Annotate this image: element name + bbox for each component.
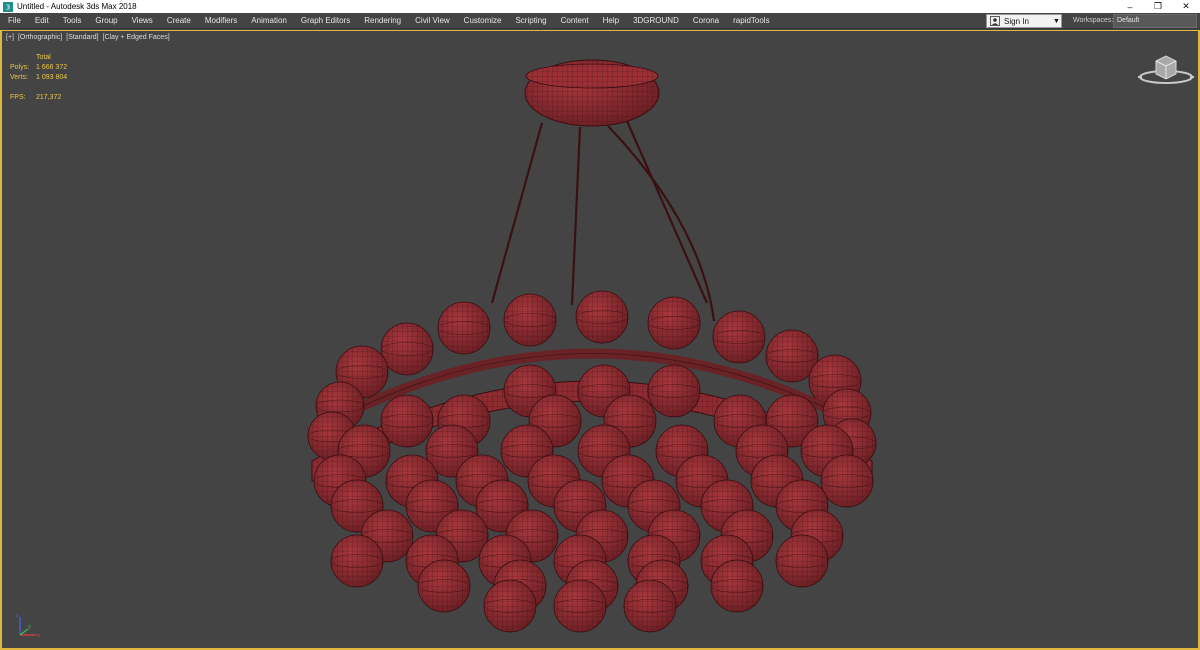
menu-tools[interactable]: Tools bbox=[56, 13, 89, 29]
stats-fps-value: 217,372 bbox=[36, 94, 62, 101]
canopy-top-wire bbox=[526, 64, 658, 88]
minimize-button[interactable]: – bbox=[1116, 0, 1144, 13]
mesh-sphere-wire bbox=[554, 580, 606, 632]
close-button[interactable]: ✕ bbox=[1172, 0, 1200, 13]
mesh-sphere-wire bbox=[484, 580, 536, 632]
sign-in-label: Sign In bbox=[1004, 16, 1029, 26]
mesh-sphere-wire bbox=[504, 294, 556, 346]
mesh-sphere-wire bbox=[381, 395, 433, 447]
menu-animation[interactable]: Animation bbox=[244, 13, 294, 29]
mesh-sphere-wire bbox=[418, 560, 470, 612]
menu-graph-editors[interactable]: Graph Editors bbox=[294, 13, 357, 29]
menu-content[interactable]: Content bbox=[554, 13, 596, 29]
stats-verts-label: Verts: bbox=[10, 74, 28, 81]
suspension-cable bbox=[570, 126, 582, 306]
workspaces-select[interactable]: Default bbox=[1113, 14, 1197, 28]
workspaces-label: Workspaces: bbox=[1073, 17, 1114, 24]
menu-create[interactable]: Create bbox=[160, 13, 198, 29]
menu-file[interactable]: File bbox=[0, 13, 28, 29]
suspension-cable bbox=[625, 120, 709, 304]
menu-rendering[interactable]: Rendering bbox=[357, 13, 408, 29]
mesh-sphere-wire bbox=[576, 291, 628, 343]
viewport-point-of-view[interactable]: [Orthographic] bbox=[18, 34, 62, 41]
stats-polys-value: 1 666 372 bbox=[36, 64, 68, 71]
viewport-standard-menu[interactable]: [Standard] bbox=[66, 34, 98, 41]
stats-verts-value: 1 093 804 bbox=[36, 74, 68, 81]
mesh-sphere-wire bbox=[438, 302, 490, 354]
menu-customize[interactable]: Customize bbox=[457, 13, 509, 29]
window-controls: – ❐ ✕ bbox=[1116, 0, 1200, 13]
menu-3dground[interactable]: 3DGROUND bbox=[626, 13, 686, 29]
viewcube-icon[interactable] bbox=[1138, 53, 1194, 87]
chevron-down-icon: ▼ bbox=[1053, 17, 1060, 25]
svg-text:y: y bbox=[28, 624, 31, 630]
axis-tripod-icon: z x y bbox=[16, 613, 40, 639]
user-icon bbox=[990, 16, 1000, 26]
mesh-sphere-wire bbox=[624, 580, 676, 632]
viewport-label-menu[interactable]: [+] [Orthographic] [Standard] [Clay + Ed… bbox=[6, 34, 172, 41]
chandelier-mesh bbox=[307, 59, 877, 633]
menu-edit[interactable]: Edit bbox=[28, 13, 56, 29]
viewport-shading-mode[interactable]: [Clay + Edged Faces] bbox=[103, 34, 170, 41]
menu-corona[interactable]: Corona bbox=[686, 13, 726, 29]
mesh-sphere-wire bbox=[711, 560, 763, 612]
stats-total-header: Total bbox=[36, 54, 51, 61]
menu-civil-view[interactable]: Civil View bbox=[408, 13, 457, 29]
perspective-viewport[interactable]: [+] [Orthographic] [Standard] [Clay + Ed… bbox=[0, 30, 1200, 650]
mesh-sphere-wire bbox=[648, 297, 700, 349]
restore-button[interactable]: ❐ bbox=[1144, 0, 1172, 13]
window-title: Untitled - Autodesk 3ds Max 2018 bbox=[17, 2, 137, 11]
viewport-statistics: Total Polys: 1 666 372 Verts: 1 093 804 FP… bbox=[10, 53, 67, 103]
suspension-cable bbox=[607, 125, 716, 322]
sign-in-dropdown[interactable]: Sign In ▼ bbox=[986, 14, 1062, 28]
app-icon: 3 bbox=[3, 1, 13, 12]
svg-text:3: 3 bbox=[6, 3, 10, 11]
menu-group[interactable]: Group bbox=[88, 13, 124, 29]
mesh-sphere-wire bbox=[713, 311, 765, 363]
menu-help[interactable]: Help bbox=[596, 13, 626, 29]
svg-text:z: z bbox=[16, 613, 19, 619]
mesh-sphere-wire bbox=[331, 535, 383, 587]
suspension-cable bbox=[490, 122, 544, 304]
menu-modifiers[interactable]: Modifiers bbox=[198, 13, 244, 29]
title-bar: 3 Untitled - Autodesk 3ds Max 2018 – ❐ ✕ bbox=[0, 0, 1200, 13]
menu-rapidtools[interactable]: rapidTools bbox=[726, 13, 776, 29]
mesh-sphere-wire bbox=[648, 365, 700, 417]
mesh-sphere-wire bbox=[381, 323, 433, 375]
menu-scripting[interactable]: Scripting bbox=[508, 13, 553, 29]
stats-fps-label: FPS: bbox=[10, 94, 26, 101]
viewport-plus-menu[interactable]: [+] bbox=[6, 34, 14, 41]
menu-views[interactable]: Views bbox=[125, 13, 160, 29]
stats-polys-label: Polys: bbox=[10, 64, 30, 71]
mesh-sphere-wire bbox=[821, 455, 873, 507]
svg-text:x: x bbox=[37, 633, 40, 639]
mesh-sphere-wire bbox=[776, 535, 828, 587]
